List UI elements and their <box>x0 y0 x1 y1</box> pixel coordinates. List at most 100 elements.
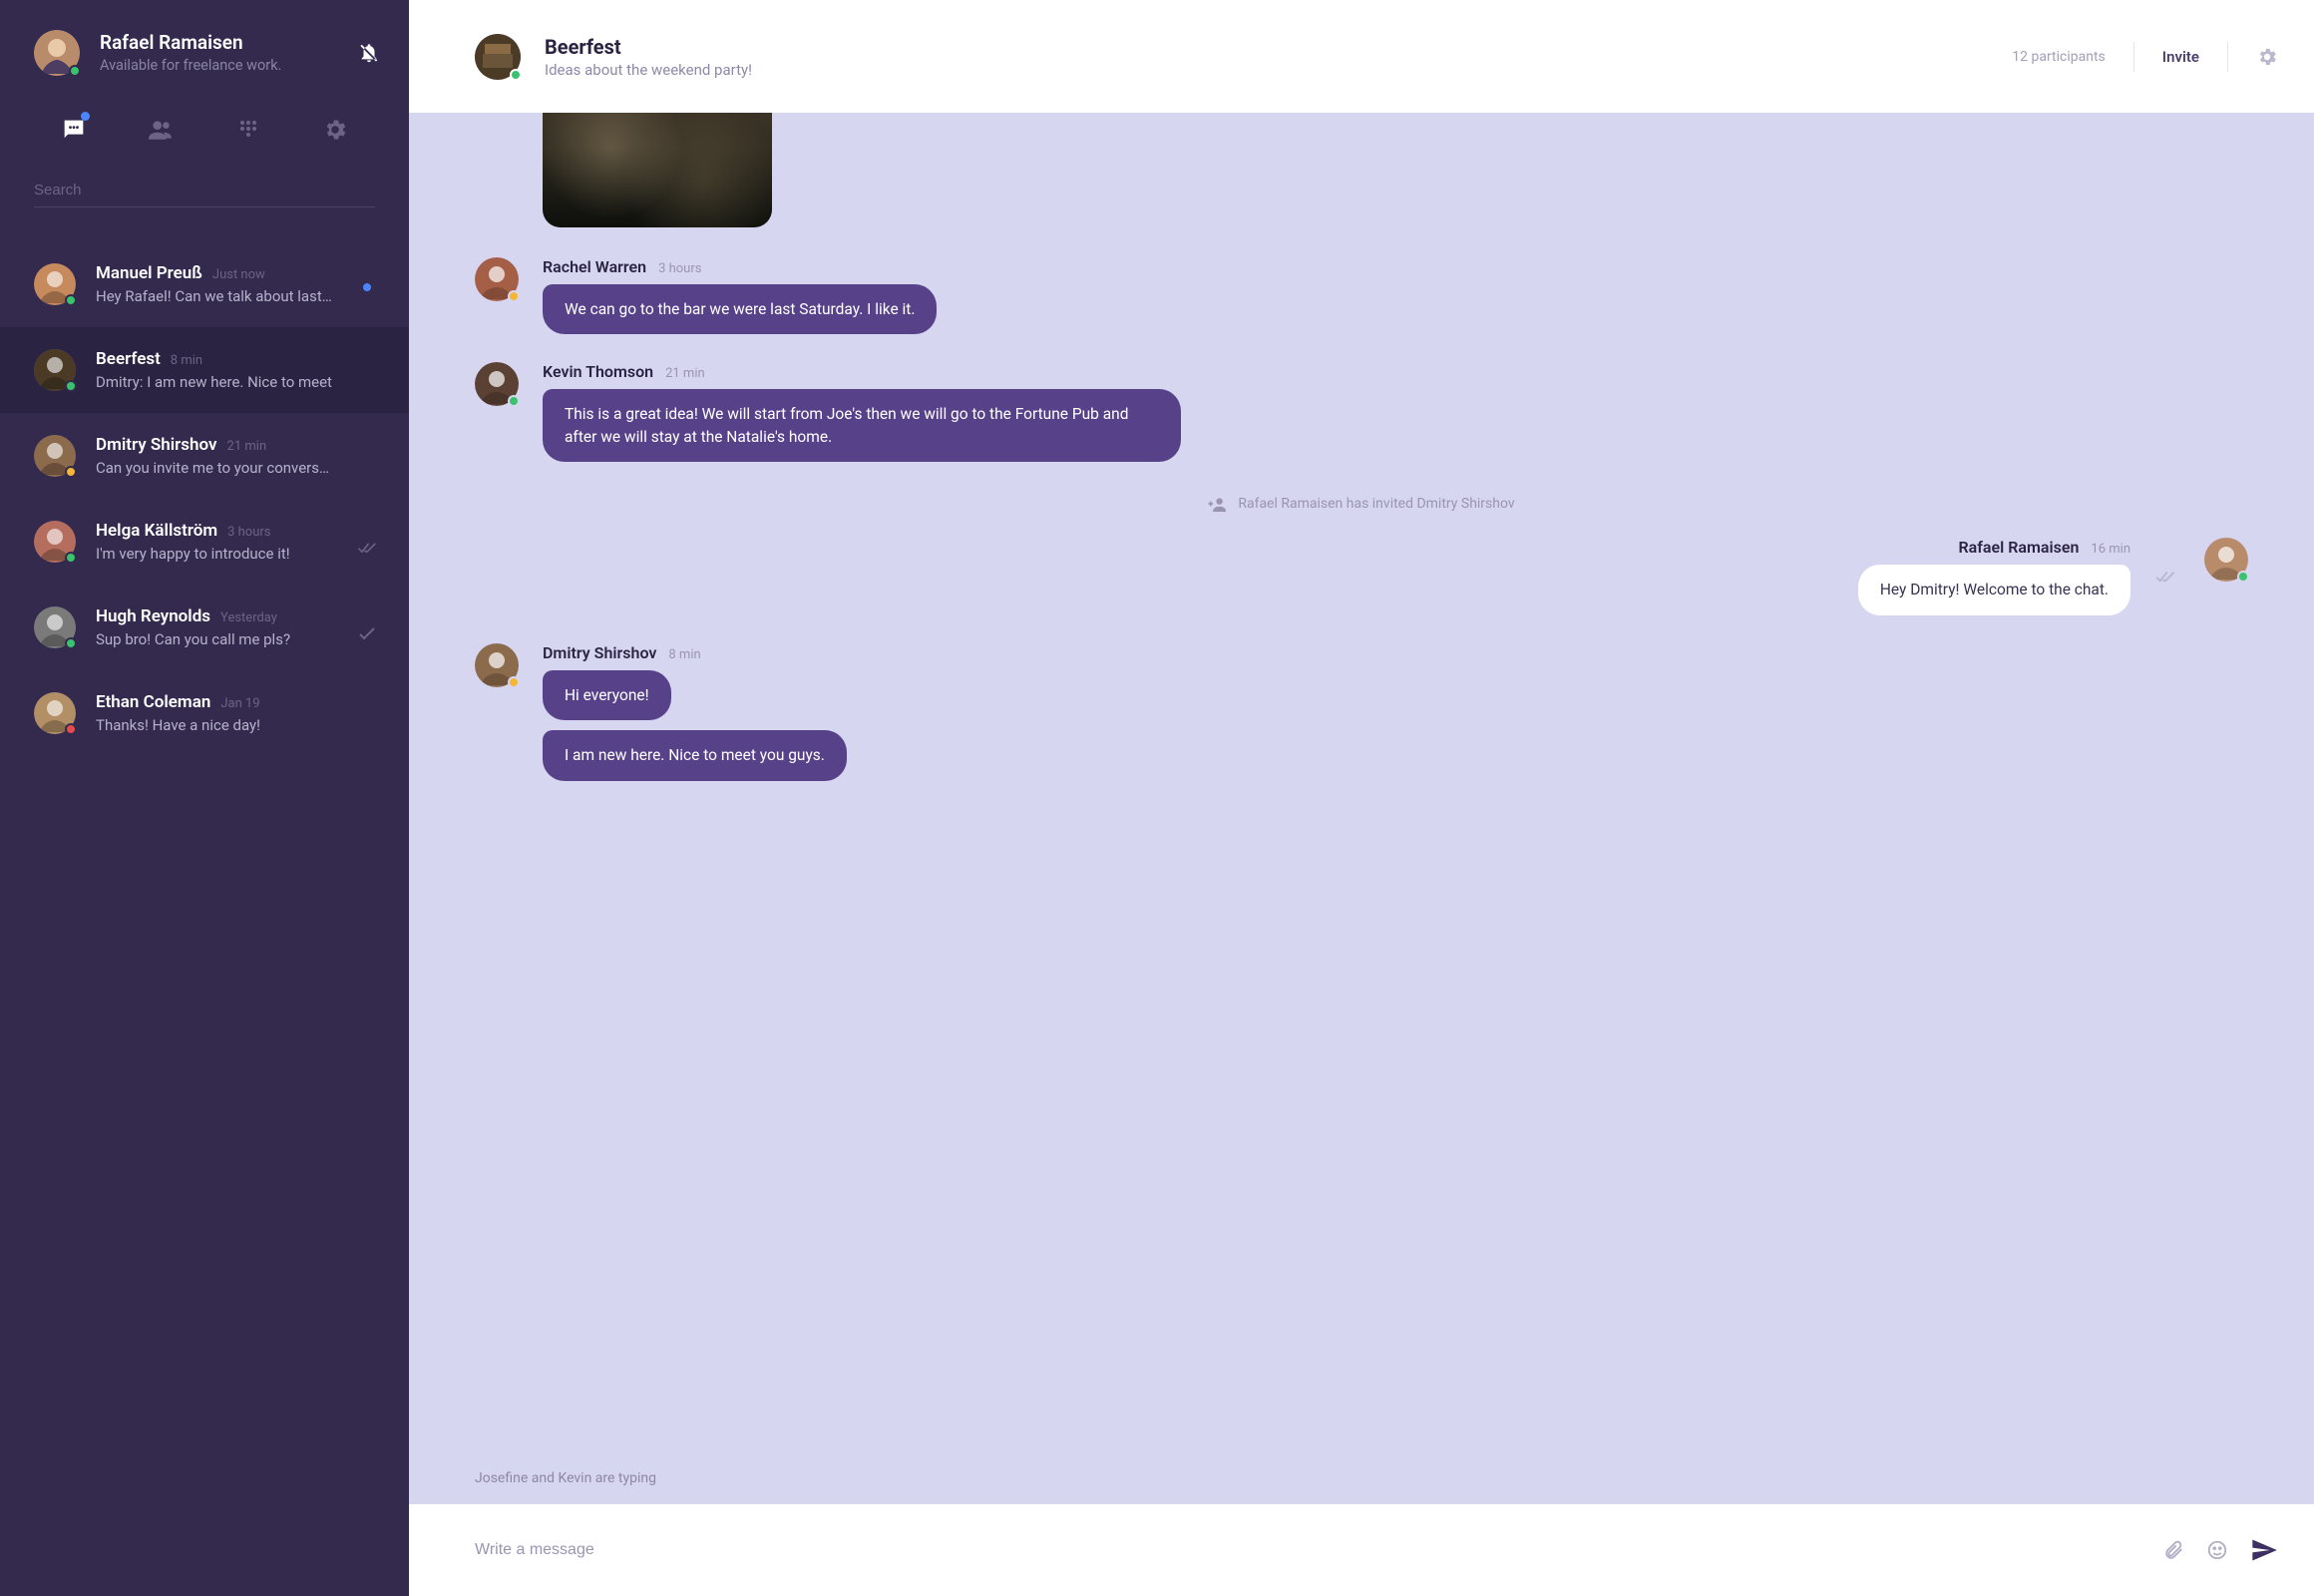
message-time: 21 min <box>665 366 705 381</box>
conversation-item[interactable]: Ethan Coleman Jan 19 Thanks! Have a nice… <box>0 670 409 756</box>
presence-dot <box>508 290 520 302</box>
conversation-name: Helga Källström <box>96 521 217 541</box>
avatar <box>34 349 76 391</box>
chat-title: Beerfest <box>545 35 1988 59</box>
avatar <box>2204 538 2248 582</box>
participants-count[interactable]: 12 participants <box>2012 49 2106 65</box>
sidebar-tabs <box>0 94 409 174</box>
chat-panel: Beerfest Ideas about the weekend party! … <box>409 0 2314 1596</box>
message-bubble: We can go to the bar we were last Saturd… <box>543 284 937 334</box>
search-row <box>0 174 409 213</box>
tab-contacts[interactable] <box>139 108 183 152</box>
conversation-time: 8 min <box>171 353 202 368</box>
conversation-time: Yesterday <box>220 610 277 625</box>
presence-dot <box>69 65 81 77</box>
tab-chats[interactable] <box>52 108 96 152</box>
divider <box>2133 42 2134 72</box>
presence-dot <box>65 637 77 649</box>
message-time: 16 min <box>2091 542 2130 557</box>
chat-settings-icon[interactable] <box>2256 46 2278 68</box>
sidebar: Rafael Ramaisen Available for freelance … <box>0 0 409 1596</box>
message-bubble: I am new here. Nice to meet you guys. <box>543 730 847 780</box>
message-time: 3 hours <box>658 261 701 276</box>
chat-topbar: Beerfest Ideas about the weekend party! … <box>409 0 2314 113</box>
conversation-name: Dmitry Shirshov <box>96 435 217 455</box>
tab-dialpad[interactable] <box>226 108 270 152</box>
message-sender: Rachel Warren <box>543 257 646 276</box>
conversation-indicator <box>353 283 381 291</box>
profile-avatar[interactable] <box>34 30 80 76</box>
conversation-item[interactable]: Hugh Reynolds Yesterday Sup bro! Can you… <box>0 585 409 670</box>
conversation-item[interactable]: Manuel Preuß Just now Hey Rafael! Can we… <box>0 241 409 327</box>
presence-dot <box>508 395 520 407</box>
presence-dot <box>65 466 77 478</box>
presence-dot <box>65 723 77 735</box>
message-list[interactable]: Rachel Warren 3 hours We can go to the b… <box>409 113 2314 1504</box>
conversation-item[interactable]: Helga Källström 3 hours I'm very happy t… <box>0 499 409 585</box>
conversation-preview: Dmitry: I am new here. Nice to meet <box>96 373 335 391</box>
conversation-preview: Can you invite me to your conversati <box>96 459 335 477</box>
notifications-off-icon[interactable] <box>357 41 381 65</box>
avatar <box>475 643 519 687</box>
chat-subtitle: Ideas about the weekend party! <box>545 61 1988 79</box>
conversation-indicator <box>353 541 381 555</box>
system-message: Rafael Ramaisen has invited Dmitry Shirs… <box>475 496 2248 512</box>
invite-button[interactable]: Invite <box>2162 48 2199 66</box>
avatar <box>34 435 76 477</box>
chat-avatar[interactable] <box>475 34 521 80</box>
conversation-item[interactable]: Dmitry Shirshov 21 min Can you invite me… <box>0 413 409 499</box>
conversation-time: Just now <box>212 267 265 282</box>
presence-dot <box>508 676 520 688</box>
composer <box>409 1504 2314 1596</box>
conversation-time: 3 hours <box>227 525 270 540</box>
attach-icon[interactable] <box>2162 1539 2184 1561</box>
send-button[interactable] <box>2250 1536 2278 1564</box>
person-add-icon <box>1208 496 1228 512</box>
profile-header: Rafael Ramaisen Available for freelance … <box>0 0 409 94</box>
conversation-list: Manuel Preuß Just now Hey Rafael! Can we… <box>0 241 409 1596</box>
profile-name: Rafael Ramaisen <box>100 32 357 55</box>
conversation-preview: I'm very happy to introduce it! <box>96 545 335 563</box>
avatar <box>475 362 519 406</box>
avatar <box>34 521 76 563</box>
profile-status: Available for freelance work. <box>100 57 357 74</box>
presence-dot <box>2237 571 2249 583</box>
presence-dot <box>65 294 77 306</box>
presence-dot <box>510 69 522 81</box>
message-sender: Rafael Ramaisen <box>1958 538 2079 557</box>
conversation-name: Ethan Coleman <box>96 692 210 712</box>
conversation-time: 21 min <box>227 439 267 454</box>
message-incoming: Kevin Thomson 21 min This is a great ide… <box>475 362 2248 462</box>
conversation-indicator <box>353 626 381 640</box>
message-time: 8 min <box>668 647 700 662</box>
conversation-preview: Thanks! Have a nice day! <box>96 716 335 734</box>
conversation-preview: Sup bro! Can you call me pls? <box>96 630 335 648</box>
avatar <box>34 692 76 734</box>
search-input[interactable] <box>34 174 375 207</box>
conversation-preview: Hey Rafael! Can we talk about last co <box>96 287 335 305</box>
conversation-time: Jan 19 <box>220 696 259 711</box>
emoji-icon[interactable] <box>2206 1539 2228 1561</box>
read-receipt-icon <box>2154 570 2176 584</box>
avatar <box>34 263 76 305</box>
presence-dot <box>65 380 77 392</box>
avatar <box>475 257 519 301</box>
message-incoming: Rachel Warren 3 hours We can go to the b… <box>475 257 2248 334</box>
presence-dot <box>65 552 77 564</box>
divider <box>2227 42 2228 72</box>
shared-image[interactable] <box>543 113 772 227</box>
unread-dot <box>363 283 371 291</box>
message-bubble: This is a great idea! We will start from… <box>543 389 1181 462</box>
avatar <box>34 606 76 648</box>
message-outgoing: Rafael Ramaisen 16 min Hey Dmitry! Welco… <box>475 538 2248 614</box>
typing-indicator: Josefine and Kevin are typing <box>475 1456 2248 1486</box>
conversation-name: Manuel Preuß <box>96 263 202 283</box>
conversation-name: Beerfest <box>96 349 161 369</box>
message-sender: Dmitry Shirshov <box>543 643 656 662</box>
conversation-item[interactable]: Beerfest 8 min Dmitry: I am new here. Ni… <box>0 327 409 413</box>
message-incoming: Dmitry Shirshov 8 min Hi everyone! I am n… <box>475 643 2248 781</box>
tab-settings[interactable] <box>313 108 357 152</box>
message-sender: Kevin Thomson <box>543 362 653 381</box>
message-bubble: Hi everyone! <box>543 670 671 720</box>
message-input[interactable] <box>475 1541 2140 1559</box>
